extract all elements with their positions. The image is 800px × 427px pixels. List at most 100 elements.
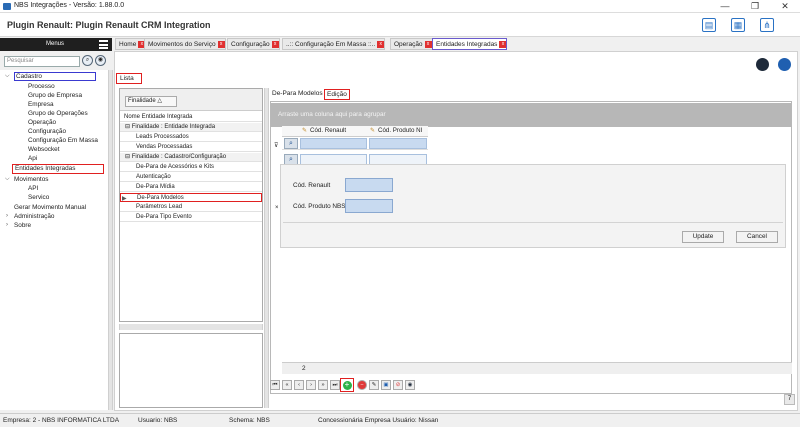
tab-configuracao-massa[interactable]: ..:: Configuração Em Massa ::.. x <box>282 38 386 50</box>
group-row[interactable]: ⊟ Finalidade : Cadastro/Configuração <box>120 153 262 162</box>
tab-home[interactable]: Home x <box>115 38 147 50</box>
collapse-icon[interactable]: × <box>275 205 279 211</box>
window-titlebar: NBS Integrações - Versão: 1.88.0.0 — ❐ ✕ <box>0 0 800 13</box>
first-record-icon[interactable]: ⏮ <box>270 380 280 390</box>
add-record-button[interactable]: + <box>340 378 354 392</box>
row-label: Finalidade : Entidade Integrada <box>131 124 216 130</box>
save-icon[interactable]: ▣ <box>381 380 391 390</box>
tab-edicao[interactable]: Edição <box>324 89 350 100</box>
chevron-down-icon[interactable]: ⌵ <box>5 176 10 183</box>
filter-cod-produto[interactable] <box>369 138 427 149</box>
entity-detail-memo <box>119 333 263 408</box>
table-row[interactable]: De-Para Mídia <box>120 183 262 192</box>
menu-item-sobre[interactable]: Sobre <box>14 222 31 229</box>
close-icon[interactable]: x <box>424 40 432 48</box>
table-row[interactable]: Vendas Processadas <box>120 143 262 152</box>
last-record-icon[interactable]: ⏭ <box>330 380 340 390</box>
minimize-button[interactable]: — <box>710 0 740 13</box>
maximize-button[interactable]: ❐ <box>740 0 770 13</box>
tab-label: ..:: Configuração Em Massa ::.. <box>286 41 376 48</box>
refresh-grid-icon[interactable]: ◉ <box>405 380 415 390</box>
tab-label: Configuração <box>231 41 270 48</box>
cancel-edit-icon[interactable]: ⊘ <box>393 380 403 390</box>
table-row-selected[interactable]: De-Para Modelos <box>120 193 262 202</box>
menu-item-configuracao-massa[interactable]: Configuração Em Massa <box>28 137 98 144</box>
input-cod-renault[interactable] <box>345 178 393 192</box>
hamburger-icon[interactable] <box>99 40 108 49</box>
app-icon <box>3 3 11 10</box>
table-row[interactable]: Parâmetros Lead <box>120 203 262 212</box>
prev-page-icon[interactable]: « <box>282 380 292 390</box>
menu-search-input[interactable]: Pesquisar <box>4 56 80 67</box>
refresh-icon[interactable] <box>756 58 769 71</box>
menu-item-cadastro[interactable]: Cadastro <box>14 72 96 81</box>
menu-item-websocket[interactable]: Websocket <box>28 146 60 153</box>
row-label: Finalidade : Cadastro/Configuração <box>131 154 227 160</box>
menu-item-configuracao[interactable]: Configuração <box>28 128 66 135</box>
document-icon[interactable]: ▦ <box>731 18 745 32</box>
tab-movimentos-servico[interactable]: Movimentos do Serviço x <box>144 38 226 50</box>
close-icon[interactable]: x <box>271 40 279 48</box>
label-cod-produto-nbs: Cód. Produto NBS <box>293 203 346 210</box>
menu-item-gerar-movimento[interactable]: Gerar Movimento Manual <box>14 204 86 211</box>
menu-item-administracao[interactable]: Administração <box>14 213 55 220</box>
menu-item-api-mov[interactable]: API <box>28 185 38 192</box>
group-row[interactable]: ⊟ Finalidade : Entidade Integrada <box>120 123 262 132</box>
tab-de-para-modelos[interactable]: De-Para Modelos <box>270 89 325 100</box>
lista-tab[interactable]: Lista <box>116 73 142 84</box>
tab-configuracao[interactable]: Configuração x <box>227 38 280 50</box>
close-icon[interactable]: x <box>217 40 225 48</box>
table-row[interactable]: Autenticação <box>120 173 262 182</box>
menu-splitter[interactable] <box>108 70 113 410</box>
menu-item-movimentos[interactable]: Movimentos <box>14 176 48 183</box>
next-page-icon[interactable]: » <box>318 380 328 390</box>
cancel-button[interactable]: Cancel <box>736 231 778 243</box>
menu-item-processo[interactable]: Processo <box>28 83 55 90</box>
prev-record-icon[interactable]: ‹ <box>294 380 304 390</box>
column-cod-renault[interactable]: Cód. Renault <box>310 127 346 134</box>
table-row[interactable]: Leads Processados <box>120 133 262 142</box>
menu-item-entidades-integradas[interactable]: Entidades Integradas <box>12 164 104 174</box>
collapse-icon[interactable]: ⊟ <box>125 124 132 130</box>
chevron-right-icon[interactable]: › <box>6 213 8 219</box>
tab-operacao[interactable]: Operação x <box>390 38 433 50</box>
horizontal-splitter[interactable] <box>119 324 263 330</box>
collapse-icon[interactable]: ⊟ <box>125 154 132 160</box>
plugin-title: Plugin Renault: Plugin Renault CRM Integ… <box>7 20 211 30</box>
menu-item-operacao[interactable]: Operação <box>28 119 56 126</box>
menu-item-api[interactable]: Api <box>28 155 37 162</box>
close-icon[interactable]: x <box>377 40 385 48</box>
clear-search-icon[interactable]: ◉ <box>95 55 106 66</box>
delete-icon[interactable]: − <box>357 380 367 390</box>
table-row[interactable]: De-Para de Acessórios e Kits <box>120 163 262 172</box>
grid-splitter[interactable] <box>264 88 269 408</box>
group-panel: Finalidade △ <box>120 89 262 111</box>
window-title: NBS Integrações - Versão: 1.88.0.0 <box>14 2 125 9</box>
filter-icon[interactable]: ⊽ <box>274 142 278 149</box>
help-icon[interactable] <box>778 58 791 71</box>
chevron-down-icon[interactable]: ⌵ <box>5 73 10 80</box>
page-size-button[interactable]: 7 <box>784 394 795 405</box>
next-record-icon[interactable]: › <box>306 380 316 390</box>
menu-item-servico[interactable]: Servico <box>28 194 49 201</box>
close-icon[interactable]: x <box>499 40 507 48</box>
update-button[interactable]: Update <box>682 231 724 243</box>
report-icon[interactable]: ▤ <box>702 18 716 32</box>
menu-item-empresa[interactable]: Empresa <box>28 101 54 108</box>
chevron-right-icon[interactable]: › <box>6 222 8 228</box>
search-icon[interactable]: ⌕ <box>82 55 93 66</box>
close-window-button[interactable]: ✕ <box>770 0 800 13</box>
table-row[interactable]: De-Para Tipo Evento <box>120 213 262 222</box>
edit-record-icon[interactable]: ✎ <box>369 380 379 390</box>
menu-item-grupo-empresa[interactable]: Grupo de Empresa <box>28 92 82 99</box>
search-icon[interactable]: ⌕ <box>284 138 298 149</box>
menu-item-grupo-operacoes[interactable]: Grupo de Operações <box>28 110 88 117</box>
column-header[interactable]: Nome Entidade Integrada <box>120 113 262 122</box>
row-indicator-icon: ▶ <box>122 196 127 202</box>
filter-cod-renault[interactable] <box>300 138 367 149</box>
group-chip-finalidade[interactable]: Finalidade △ <box>125 96 177 107</box>
tab-entidades-integradas[interactable]: Entidades Integradas x <box>432 38 508 50</box>
column-cod-produto[interactable]: Cód. Produto NI <box>378 127 422 134</box>
network-icon[interactable]: ⋔ <box>760 18 774 32</box>
input-cod-produto-nbs[interactable] <box>345 199 393 213</box>
